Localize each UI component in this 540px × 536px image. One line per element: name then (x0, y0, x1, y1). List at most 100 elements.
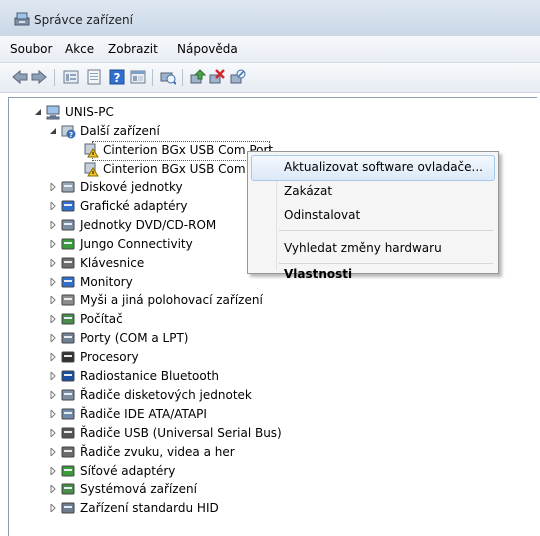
scan-hardware-icon[interactable] (160, 69, 176, 85)
tree-node-category[interactable]: Myši a jiná polohovací zařízení (49, 291, 349, 309)
expand-arrow-icon[interactable] (49, 183, 57, 191)
tree-node-category[interactable]: Procesory (49, 348, 349, 366)
processor-icon (61, 351, 75, 363)
menu-separator (279, 230, 493, 231)
expand-arrow-icon[interactable] (49, 353, 57, 362)
disable-icon[interactable] (230, 69, 246, 85)
port-icon (61, 332, 75, 344)
tree-label-category: Porty (COM a LPT) (80, 331, 189, 346)
expand-arrow-icon[interactable] (49, 504, 57, 513)
expand-arrow-icon[interactable] (49, 315, 57, 324)
tree-label-other-devices: Další zařízení (80, 124, 160, 138)
menu-separator (279, 263, 493, 264)
toolbar-separator (54, 69, 55, 86)
computer-icon (61, 313, 75, 325)
expand-arrow-icon[interactable] (49, 239, 57, 248)
hid-icon (61, 502, 75, 514)
expand-arrow-icon[interactable] (49, 334, 57, 343)
expand-arrow-icon[interactable] (49, 258, 57, 267)
floppy-controller-icon (61, 389, 75, 401)
expand-arrow-icon[interactable] (49, 372, 57, 380)
expand-arrow-icon[interactable] (49, 466, 57, 475)
expand-arrow-icon[interactable] (49, 447, 57, 456)
expand-arrow-icon[interactable] (49, 390, 57, 399)
menu-akce[interactable]: Akce (65, 42, 94, 56)
tree-label-root: UNIS-PC (65, 105, 114, 119)
expand-arrow-icon[interactable] (49, 277, 57, 286)
warning-device-icon (84, 162, 99, 177)
tree-label-category: Řadiče disketových jednotek (80, 387, 252, 402)
tree-label-category: Řadiče zvuku, videa a her (80, 444, 235, 459)
usb-icon (61, 427, 75, 439)
tree-node-category[interactable]: Porty (COM a LPT) (49, 329, 349, 347)
expand-arrow-icon[interactable] (49, 220, 57, 229)
tree-node-category[interactable]: Zařízení standardu HID (49, 499, 349, 517)
tree-node-category[interactable]: Řadiče USB (Universal Serial Bus) (49, 424, 349, 442)
uninstall-icon[interactable] (209, 69, 225, 85)
keyboard-icon (61, 257, 75, 269)
toolbar-separator (182, 69, 183, 86)
tree-node-category[interactable]: Řadiče disketových jednotek (49, 386, 349, 404)
back-icon[interactable] (12, 69, 28, 85)
sound-icon (61, 446, 75, 458)
warning-device-icon (84, 143, 99, 158)
device-manager-icon (14, 12, 30, 26)
console-tree-icon[interactable] (130, 69, 146, 85)
tree-node-category[interactable]: Počítač (49, 310, 349, 328)
menu-zobrazit[interactable]: Zobrazit (108, 42, 158, 56)
tree-node-category[interactable]: Síťové adaptéry (49, 462, 349, 480)
collapse-arrow-icon[interactable] (49, 127, 57, 135)
tree-label-category: Řadiče USB (Universal Serial Bus) (80, 425, 282, 440)
menu-item-scan-hardware[interactable]: Vyhledat změny hardwaru (284, 241, 442, 255)
menu-napoveda[interactable]: Nápověda (177, 42, 238, 56)
tree-label-category: Řadiče IDE ATA/ATAPI (80, 406, 207, 421)
window-title: Správce zařízení (34, 13, 133, 27)
tree-node-category[interactable]: Řadiče zvuku, videa a her (49, 443, 349, 461)
svg-text:?: ? (69, 131, 73, 139)
tree-node-root[interactable]: UNIS-PC (34, 103, 234, 121)
menu-bar: Soubor Akce Zobrazit Nápověda (0, 36, 540, 63)
dvd-drive-icon (61, 219, 75, 231)
tree-label-category: Radiostanice Bluetooth (80, 369, 220, 383)
tree-node-category[interactable]: Řadiče IDE ATA/ATAPI (49, 405, 349, 423)
tree-node-cinterion-2[interactable]: Cinterion BGx USB Com P (72, 160, 272, 178)
computer-icon (46, 105, 60, 120)
update-driver-icon[interactable] (190, 69, 206, 85)
collapse-arrow-icon[interactable] (34, 108, 42, 116)
show-hidden-icon[interactable] (86, 69, 102, 85)
system-device-icon (61, 483, 75, 495)
tree-node-category[interactable]: Systémová zařízení (49, 480, 349, 498)
tree-label-category: Zařízení standardu HID (80, 501, 219, 516)
window-title-bar[interactable]: Správce zařízení (0, 0, 540, 36)
tree-label-category: Myši a jiná polohovací zařízení (80, 293, 263, 308)
context-menu: Aktualizovat software ovladače... Zakáza… (247, 151, 499, 281)
tree-label-cinterion-2: Cinterion BGx USB Com P (103, 162, 257, 176)
tree-label-category: Síťové adaptéry (80, 463, 176, 478)
expand-arrow-icon[interactable] (49, 428, 57, 437)
menu-item-uninstall[interactable]: Odinstalovat (284, 208, 360, 222)
properties-view-icon[interactable] (63, 69, 79, 85)
toolbar: ? (0, 63, 540, 93)
jungo-icon (61, 238, 75, 250)
expand-arrow-icon[interactable] (49, 485, 57, 494)
unknown-device-icon: ? (61, 125, 76, 139)
expand-arrow-icon[interactable] (49, 296, 57, 305)
tree-node-cinterion-1[interactable]: Cinterion BGx USB Com Port (72, 141, 273, 159)
help-icon[interactable]: ? (109, 69, 125, 85)
display-adapter-icon (61, 200, 75, 212)
tree-label-category: Klávesnice (80, 255, 145, 270)
menu-item-disable[interactable]: Zakázat (284, 184, 332, 198)
tree-label-category: Systémová zařízení (80, 482, 197, 497)
tree-label-category: Diskové jednotky (80, 180, 183, 194)
tree-label-category: Grafické adaptéry (80, 198, 188, 213)
forward-icon[interactable] (31, 69, 47, 85)
menu-item-properties[interactable]: Vlastnosti (284, 267, 352, 281)
tree-node-category[interactable]: Radiostanice Bluetooth (49, 367, 349, 385)
tree-label-category: Monitory (80, 274, 133, 289)
tree-label-category: Počítač (80, 312, 123, 327)
menu-item-update-driver[interactable]: Aktualizovat software ovladače... (284, 160, 483, 174)
expand-arrow-icon[interactable] (49, 409, 57, 418)
tree-node-other-devices[interactable]: ? Další zařízení (49, 122, 249, 140)
expand-arrow-icon[interactable] (49, 201, 57, 210)
menu-soubor[interactable]: Soubor (10, 42, 52, 56)
